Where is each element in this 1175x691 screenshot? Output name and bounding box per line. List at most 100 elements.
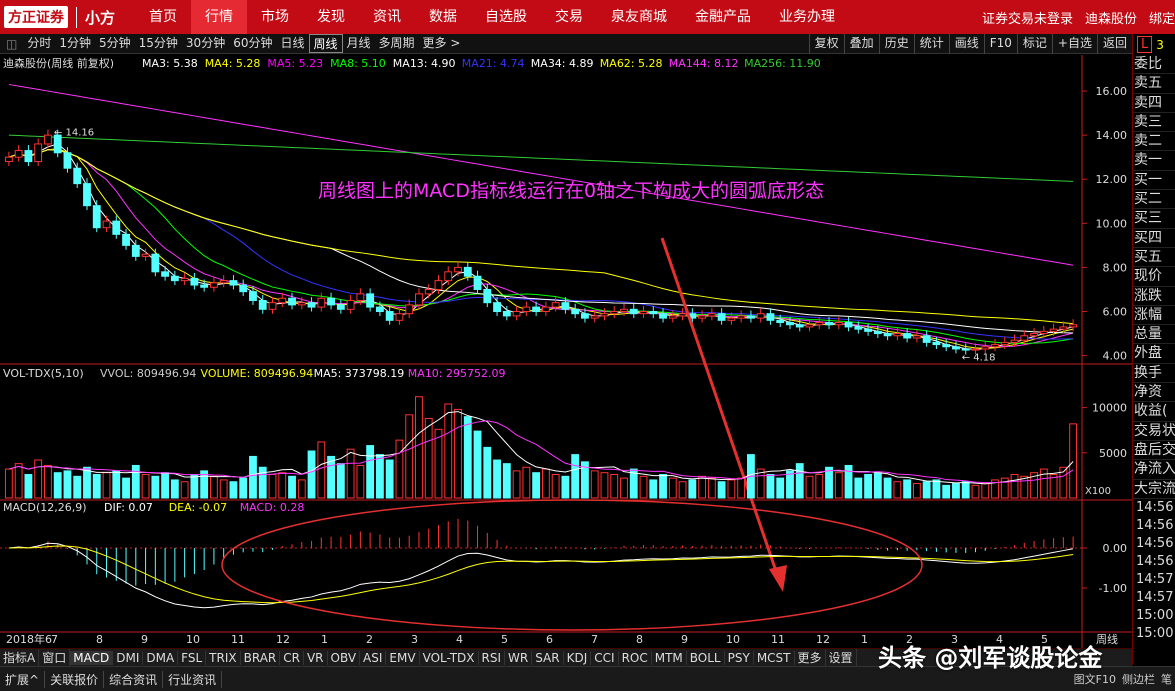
candle-body xyxy=(864,328,872,332)
bottom-tab[interactable]: 关联报价 xyxy=(45,670,105,688)
indicator-tab[interactable]: DMI xyxy=(113,650,144,665)
indicator-tab[interactable]: 设置 xyxy=(826,649,857,666)
nav-item[interactable]: 市场 xyxy=(247,0,303,34)
toolbar-button[interactable]: 历史 xyxy=(878,34,914,54)
volume-bar xyxy=(649,479,658,499)
kline-chart[interactable]: 迪森股份(周线 前复权) MA3: 5.38 MA4: 5.28 MA5: 5.23 M… xyxy=(0,55,1132,648)
candle-body xyxy=(786,322,794,326)
indicator-tab[interactable]: TRIX xyxy=(206,650,241,665)
quote-label: 现价 xyxy=(1133,267,1175,287)
nav-item[interactable]: 业务办理 xyxy=(765,0,849,34)
quote-label: 外盘 xyxy=(1133,344,1175,364)
period-tab[interactable]: 更多 > xyxy=(419,34,465,53)
candle-body xyxy=(932,341,941,346)
toolbar-button[interactable]: 返回 xyxy=(1096,34,1132,54)
bottom-right-tab[interactable]: 侧边栏 xyxy=(1119,671,1158,687)
indicator-tab[interactable]: 指标A xyxy=(0,649,40,666)
ma-label: MA256: 11.90 xyxy=(744,57,821,70)
nav-right-item[interactable]: 绑定 xyxy=(1149,8,1175,27)
toolbar-button[interactable]: 叠加 xyxy=(843,34,879,54)
indicator-tab[interactable]: VOL-TDX xyxy=(420,650,479,665)
indicator-tab[interactable]: DMA xyxy=(143,650,179,665)
indicator-tab[interactable]: 窗口 xyxy=(39,649,71,666)
indicator-tab[interactable]: SAR xyxy=(532,650,564,665)
candle-body xyxy=(600,313,609,317)
volume-bar xyxy=(571,454,580,499)
indicator-tab[interactable]: VR xyxy=(304,650,328,665)
indicator-tab[interactable]: PSY xyxy=(725,650,754,665)
nav-item[interactable]: 泉友商城 xyxy=(597,0,681,34)
indicator-tab[interactable]: CCI xyxy=(591,650,619,665)
period-tab[interactable]: 15分钟 xyxy=(135,34,182,53)
indicator-tab[interactable]: BRAR xyxy=(241,650,281,665)
bottom-tab[interactable]: 行业资讯 xyxy=(163,670,223,688)
nav-item[interactable]: 行情 xyxy=(191,0,248,34)
bottom-tab[interactable]: 综合资讯 xyxy=(104,670,164,688)
indicator-tab[interactable]: RSI xyxy=(479,650,506,665)
quote-label: 卖四 xyxy=(1133,94,1175,113)
period-tab[interactable]: 1分钟 xyxy=(55,34,95,53)
period-tab[interactable]: 5分钟 xyxy=(95,34,135,53)
candle-body xyxy=(210,282,218,288)
quote-sidebar: L 3 委比 卖五 卖四 卖三 卖二 卖一 买一 买二 买三 买四 买五 现价 涨跌 涨幅 总量 外盘 换手 净资… xyxy=(1132,34,1175,665)
indicator-tab[interactable]: 更多 xyxy=(795,649,826,666)
volume-bar xyxy=(903,479,912,499)
period-tab[interactable]: 多周期 xyxy=(375,34,419,53)
volume-bar xyxy=(190,473,199,499)
indicator-tab[interactable]: MACD xyxy=(70,650,114,665)
period-tab[interactable]: 60分钟 xyxy=(229,34,276,53)
toolbar-button[interactable]: +自选 xyxy=(1051,34,1097,54)
candle-body xyxy=(717,313,726,321)
candle-body xyxy=(756,313,765,319)
toolbar-button[interactable]: F10 xyxy=(983,34,1017,54)
nav-right-item[interactable]: 迪森股份 xyxy=(1085,8,1137,27)
indicator-tab[interactable]: OBV xyxy=(328,650,361,665)
candle-body xyxy=(629,308,638,315)
toolbar-button[interactable]: 复权 xyxy=(808,34,844,54)
period-tab[interactable]: 日线 xyxy=(276,34,308,53)
ma-label: MA144: 8.12 xyxy=(669,57,739,70)
candle-body xyxy=(707,313,716,317)
candle-body xyxy=(92,205,101,229)
bottom-tab[interactable]: 扩展^ xyxy=(0,670,46,688)
indicator-tab[interactable]: MCST xyxy=(754,650,795,665)
candle-body xyxy=(1020,335,1029,341)
nav-item[interactable]: 资讯 xyxy=(359,0,415,34)
nav-right-item[interactable]: 证券交易未登录 xyxy=(982,8,1073,27)
quote-label: 买五 xyxy=(1133,248,1175,268)
indicator-tab[interactable]: EMV xyxy=(386,650,420,665)
volume-bar xyxy=(141,473,150,499)
nav-item[interactable]: 交易 xyxy=(541,0,597,34)
candle-body xyxy=(805,324,814,328)
indicator-tab[interactable]: ROC xyxy=(619,650,652,665)
period-tab[interactable]: 分时 xyxy=(23,34,55,53)
nav-item[interactable]: 金融产品 xyxy=(681,0,765,34)
pin-icon[interactable]: ◫ xyxy=(0,37,23,51)
indicator-tab[interactable]: CR xyxy=(280,650,304,665)
nav-item[interactable]: 发现 xyxy=(303,0,359,34)
toolbar-button[interactable]: 画线 xyxy=(948,34,984,54)
period-tab[interactable]: 周线 xyxy=(308,34,343,53)
volume-bar xyxy=(239,477,248,499)
nav-item[interactable]: 数据 xyxy=(415,0,471,34)
period-tab[interactable]: 月线 xyxy=(343,34,375,53)
macd-tick-label: -1.00 xyxy=(1099,582,1127,595)
candle-body xyxy=(327,297,335,306)
nav-item[interactable]: 自选股 xyxy=(471,0,541,34)
indicator-tab[interactable]: ASI xyxy=(360,650,387,665)
period-tab[interactable]: 30分钟 xyxy=(182,34,229,53)
volume-bar xyxy=(297,479,306,499)
toolbar-button[interactable]: 统计 xyxy=(913,34,949,54)
indicator-tab[interactable]: KDJ xyxy=(564,650,592,665)
indicator-tab[interactable]: MTM xyxy=(652,650,687,665)
ma-label: MA62: 5.28 xyxy=(600,57,663,70)
toolbar-button[interactable]: 标记 xyxy=(1016,34,1052,54)
bottom-right-tab[interactable]: 笔 xyxy=(1158,671,1175,687)
candle-body xyxy=(366,293,375,308)
indicator-tab[interactable]: FSL xyxy=(178,650,207,665)
nav-item[interactable]: 首页 xyxy=(135,0,191,34)
level-badge[interactable]: L xyxy=(1137,36,1153,53)
indicator-tab[interactable]: BOLL xyxy=(687,650,725,665)
indicator-tab[interactable]: WR xyxy=(505,650,533,665)
quote-label: 换手 xyxy=(1133,364,1175,384)
